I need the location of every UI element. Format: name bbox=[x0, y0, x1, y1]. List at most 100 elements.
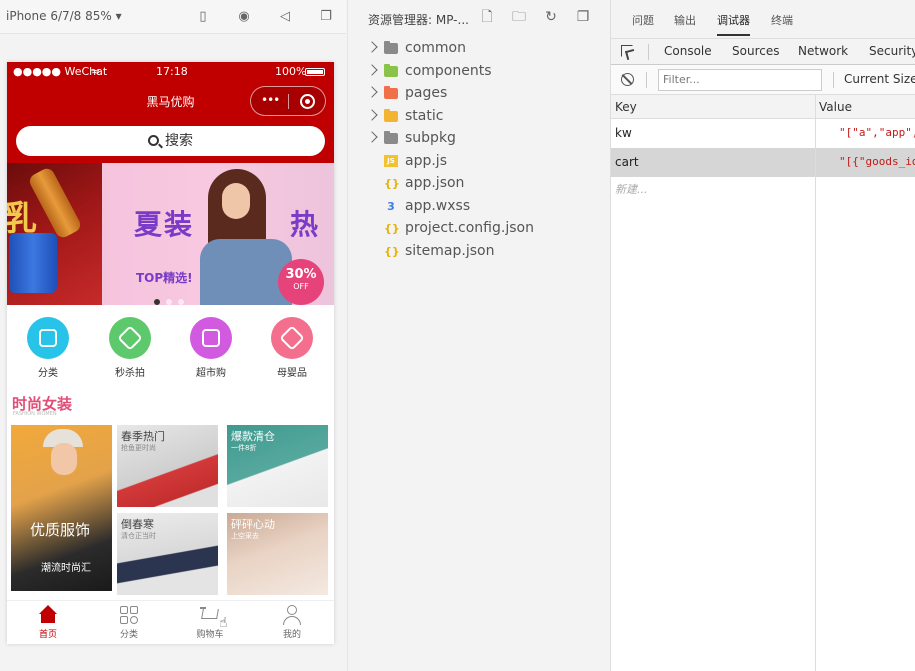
storage-toolbar: Filter... Current Size: bbox=[611, 65, 915, 95]
close-miniprogram-icon[interactable] bbox=[300, 94, 315, 109]
tab-label: 我的 bbox=[282, 630, 301, 640]
tree-item-label: project.config.json bbox=[405, 220, 534, 236]
filter-input[interactable]: Filter... bbox=[658, 69, 822, 91]
banner-slide-current[interactable]: 夏装 热 TOP精选! 30% OFF bbox=[102, 163, 334, 305]
column-value[interactable]: Value bbox=[819, 100, 852, 114]
banner-main-text: 夏装 bbox=[134, 208, 195, 241]
tab-security[interactable]: Security bbox=[869, 44, 915, 58]
discount-value: 30% bbox=[285, 267, 317, 282]
chevron-right-icon[interactable] bbox=[366, 109, 378, 121]
debugger-panel: 问题 输出 调试器 终端 Console Sources Network Sec… bbox=[610, 0, 915, 671]
simulator-toolbar: iPhone 6/7/8 85% ▾ ▯ ◉ ◁ ❐ bbox=[0, 0, 346, 34]
tab-network[interactable]: Network bbox=[798, 44, 848, 58]
column-key[interactable]: Key bbox=[615, 100, 637, 114]
grid-icon bbox=[27, 317, 69, 359]
home-icon bbox=[38, 605, 58, 625]
divider bbox=[648, 44, 649, 60]
table-row[interactable]: kw "["a","app", bbox=[611, 119, 915, 148]
explorer-panel: 资源管理器: MP-... 🗋 🗀 ↻ ❐ common components … bbox=[347, 0, 609, 671]
banner-can-image bbox=[9, 233, 57, 293]
indicator-dot[interactable] bbox=[178, 299, 184, 305]
chevron-right-icon[interactable] bbox=[366, 64, 378, 76]
tree-item-label: app.json bbox=[405, 175, 465, 191]
devtools-panel-tabs: Console Sources Network Security bbox=[611, 38, 915, 65]
device-select[interactable]: iPhone 6/7/8 85% ▾ bbox=[6, 9, 122, 23]
banner-slide-prev[interactable]: 乳 bbox=[7, 163, 102, 305]
folder-icon bbox=[384, 64, 398, 77]
tab-home[interactable]: 首页 bbox=[28, 605, 68, 640]
category-item-miaosha[interactable]: 秒杀拍 bbox=[100, 317, 160, 379]
tree-item-label: subpkg bbox=[405, 130, 456, 146]
category-item-fenlei[interactable]: 分类 bbox=[18, 317, 78, 379]
chevron-right-icon[interactable] bbox=[366, 41, 378, 53]
new-entry-placeholder[interactable]: 新建... bbox=[615, 181, 648, 197]
status-bar: ●●●●● WeChat ≈ 17:18 100% bbox=[7, 62, 334, 82]
category-grid-icon bbox=[119, 605, 139, 625]
cart-icon bbox=[200, 605, 220, 625]
tab-console[interactable]: Console bbox=[664, 44, 712, 58]
menu-capsule[interactable]: ••• bbox=[250, 86, 326, 116]
store-icon bbox=[190, 317, 232, 359]
css-file-icon: 3 bbox=[387, 200, 395, 213]
record-icon[interactable]: ◉ bbox=[236, 9, 252, 25]
row-value: "["a","app", bbox=[839, 126, 915, 139]
floor-main-line1: 优质服饰 bbox=[30, 521, 91, 539]
column-divider[interactable] bbox=[815, 95, 816, 671]
battery-label: 100% bbox=[275, 65, 307, 78]
tab-output[interactable]: 输出 bbox=[674, 12, 696, 28]
refresh-icon[interactable]: ↻ bbox=[543, 9, 559, 25]
floor-main-image[interactable]: 优质服饰 潮流时尚汇 bbox=[11, 425, 112, 591]
inspect-element-icon[interactable] bbox=[621, 45, 633, 57]
clock-label: 17:18 bbox=[156, 65, 188, 78]
tree-item-label: components bbox=[405, 63, 492, 79]
floor-item[interactable]: 砰砰心动 上空采去 bbox=[227, 513, 328, 595]
search-box[interactable]: 搜索 bbox=[16, 126, 325, 156]
tab-label: 首页 bbox=[38, 630, 57, 640]
tab-sources[interactable]: Sources bbox=[732, 44, 779, 58]
floor-item[interactable]: 春季热门 抢鱼更时尚 bbox=[117, 425, 218, 507]
chevron-right-icon[interactable] bbox=[366, 131, 378, 143]
floor-item-subtitle: 抢鱼更时尚 bbox=[121, 444, 156, 452]
floor-item-title: 爆款清仓 bbox=[231, 430, 275, 443]
collapse-all-icon[interactable]: ❐ bbox=[575, 9, 591, 25]
chevron-right-icon[interactable] bbox=[366, 86, 378, 98]
row-value: "[{"goods_id bbox=[839, 155, 915, 168]
window-icon[interactable]: ❐ bbox=[318, 9, 334, 25]
floor-item[interactable]: 爆款清仓 一件8折 bbox=[227, 425, 328, 507]
floor-item[interactable]: 倒春寒 清仓正当时 bbox=[117, 513, 218, 595]
devtools-window: iPhone 6/7/8 85% ▾ ▯ ◉ ◁ ❐ ●●●●● WeChat … bbox=[0, 0, 915, 671]
folder-icon bbox=[384, 86, 398, 99]
json-file-icon: {} bbox=[384, 177, 400, 190]
tree-item-label: sitemap.json bbox=[405, 243, 495, 259]
new-file-icon[interactable]: 🗋 bbox=[479, 9, 495, 25]
more-icon[interactable]: ••• bbox=[261, 93, 280, 107]
table-row-selected[interactable]: cart "[{"goods_id bbox=[611, 148, 915, 177]
current-size-label: Current Size: bbox=[844, 72, 915, 86]
category-item-muying[interactable]: 母婴品 bbox=[262, 317, 322, 379]
banner-swiper[interactable]: 乳 夏装 热 TOP精选! 30% OFF bbox=[7, 163, 334, 305]
tab-label: 分类 bbox=[119, 630, 138, 640]
tree-item-label: common bbox=[405, 40, 466, 56]
tab-debugger[interactable]: 调试器 bbox=[717, 12, 750, 36]
volume-icon[interactable]: ◁ bbox=[277, 9, 293, 25]
tab-category[interactable]: 分类 bbox=[109, 605, 149, 640]
battery-icon bbox=[305, 68, 325, 76]
discount-badge: 30% OFF bbox=[278, 259, 324, 305]
swiper-indicator bbox=[154, 290, 190, 305]
tab-terminal[interactable]: 终端 bbox=[771, 12, 793, 28]
clear-icon[interactable] bbox=[621, 73, 634, 86]
indicator-dot[interactable] bbox=[154, 299, 160, 305]
banner-main-text-2: 热 bbox=[290, 208, 319, 241]
indicator-dot[interactable] bbox=[166, 299, 172, 305]
tab-my[interactable]: 我的 bbox=[272, 605, 312, 640]
new-folder-icon[interactable]: 🗀 bbox=[511, 9, 527, 25]
wifi-icon: ≈ bbox=[91, 65, 101, 78]
floor-item-subtitle: 一件8折 bbox=[231, 444, 257, 452]
phone-icon[interactable]: ▯ bbox=[195, 9, 211, 25]
tab-problems[interactable]: 问题 bbox=[632, 12, 654, 28]
divider bbox=[646, 72, 647, 88]
floor-item-title: 倒春寒 bbox=[121, 518, 154, 531]
category-item-chaoshi[interactable]: 超市购 bbox=[181, 317, 241, 379]
banner-model-image bbox=[200, 169, 292, 305]
user-icon bbox=[282, 605, 302, 625]
